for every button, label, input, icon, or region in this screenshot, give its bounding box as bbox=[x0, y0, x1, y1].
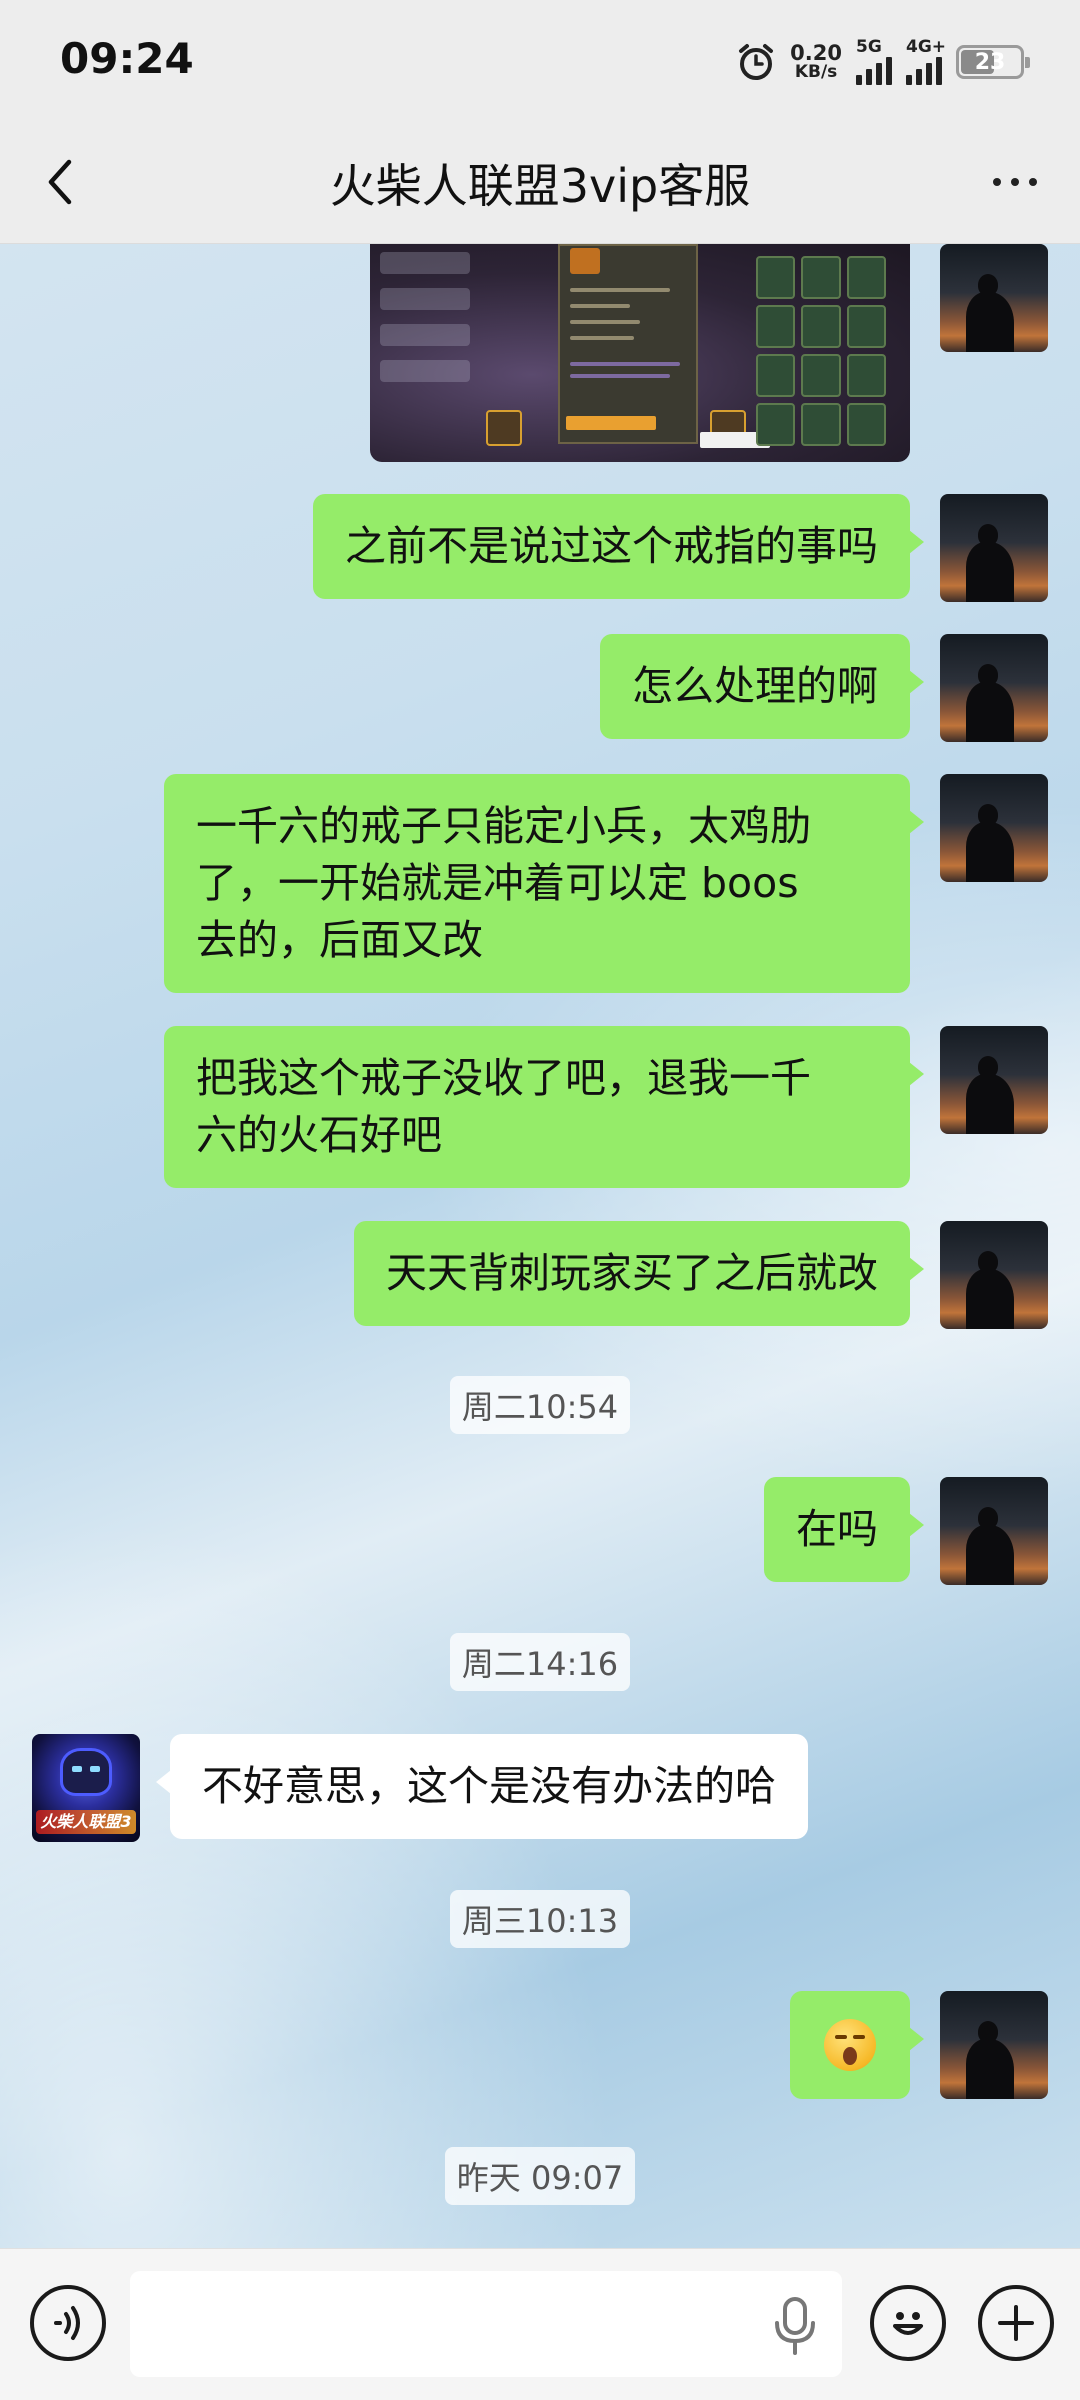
net-speed: 0.20 KB/s bbox=[790, 43, 842, 81]
message-timestamp: 周二14:16 bbox=[0, 1633, 1080, 1691]
microphone-icon[interactable] bbox=[770, 2295, 820, 2357]
chat-area[interactable]: 之前不是说过这个戒指的事吗 怎么处理的啊 一千六的戒子只能定小兵，太鸡肋 了，一… bbox=[0, 244, 1080, 2248]
emoji-icon bbox=[893, 2312, 923, 2335]
signal-4g-label: 4G+ bbox=[906, 37, 947, 57]
timestamp-label: 周三10:13 bbox=[449, 1890, 631, 1948]
timestamp-label: 昨天 09:07 bbox=[444, 2147, 636, 2205]
message-bubble-sent[interactable]: 天天背刺玩家买了之后就改 bbox=[354, 1221, 924, 1326]
net-speed-unit: KB/s bbox=[794, 62, 838, 82]
status-time: 09:24 bbox=[60, 34, 194, 83]
alarm-icon bbox=[739, 44, 774, 80]
voice-toggle-button[interactable] bbox=[30, 2285, 106, 2361]
my-avatar[interactable] bbox=[940, 1991, 1048, 2099]
input-bar bbox=[0, 2248, 1080, 2400]
my-avatar[interactable] bbox=[940, 1477, 1048, 1585]
net-speed-value: 0.20 bbox=[790, 41, 842, 65]
message-line: 把我这个戒子没收了吧，退我一千 bbox=[196, 1054, 811, 1102]
my-avatar[interactable] bbox=[940, 1221, 1048, 1329]
battery-icon: 23 bbox=[956, 45, 1030, 79]
message-line: 一千六的戒子只能定小兵，太鸡肋 bbox=[196, 802, 811, 850]
status-icons: 0.20 KB/s 5G 4G+ 23 bbox=[736, 37, 1030, 86]
image-message[interactable] bbox=[370, 244, 910, 462]
timestamp-label: 周二14:16 bbox=[449, 1633, 631, 1691]
more-button[interactable] bbox=[980, 152, 1050, 212]
message-line: 六的火石好吧 bbox=[196, 1111, 442, 1159]
message-timestamp: 周三10:13 bbox=[0, 1890, 1080, 1948]
signal-4g-icon: 4G+ bbox=[906, 37, 946, 85]
signal-5g-icon: 5G bbox=[856, 37, 892, 85]
plus-icon bbox=[998, 2305, 1034, 2341]
status-bar: 09:24 0.20 KB/s 5G 4G+ 23 bbox=[0, 0, 1080, 122]
message-input[interactable] bbox=[130, 2271, 842, 2377]
contact-avatar-logo: 火柴人联盟3 bbox=[36, 1810, 136, 1834]
message-bubble-sent[interactable]: 把我这个戒子没收了吧，退我一千 六的火石好吧 bbox=[164, 1026, 924, 1188]
more-dots-icon bbox=[993, 178, 1001, 186]
message-bubble-sent[interactable]: 怎么处理的啊 bbox=[600, 634, 924, 739]
message-bubble-sent[interactable]: 在吗 bbox=[764, 1477, 924, 1582]
chat-header: 火柴人联盟3vip客服 bbox=[0, 122, 1080, 244]
my-avatar[interactable] bbox=[940, 774, 1048, 882]
message-bubble-sent[interactable]: 之前不是说过这个戒指的事吗 bbox=[313, 494, 924, 599]
timestamp-label: 周二10:54 bbox=[449, 1376, 631, 1434]
my-avatar[interactable] bbox=[940, 494, 1048, 602]
message-line: 了，一开始就是冲着可以定 boos bbox=[196, 859, 799, 907]
chat-title: 火柴人联盟3vip客服 bbox=[329, 159, 751, 213]
emoji-button[interactable] bbox=[870, 2285, 946, 2361]
signal-5g-label: 5G bbox=[856, 37, 882, 57]
message-timestamp: 昨天 09:07 bbox=[0, 2147, 1080, 2205]
message-bubble-received[interactable]: 不好意思，这个是没有办法的哈 bbox=[156, 1734, 808, 1839]
voice-toggle-icon bbox=[54, 2306, 80, 2340]
message-timestamp: 周二10:54 bbox=[0, 1376, 1080, 1434]
my-avatar[interactable] bbox=[940, 634, 1048, 742]
message-line: 去的，后面又改 bbox=[196, 916, 483, 964]
shocked-face-emoji bbox=[824, 2019, 876, 2071]
more-functions-button[interactable] bbox=[978, 2285, 1054, 2361]
message-bubble-sent[interactable]: 一千六的戒子只能定小兵，太鸡肋 了，一开始就是冲着可以定 boos 去的，后面又… bbox=[164, 774, 924, 993]
message-bubble-sent[interactable] bbox=[790, 1991, 924, 2099]
my-avatar[interactable] bbox=[940, 244, 1048, 352]
battery-level: 23 bbox=[974, 49, 1006, 75]
my-avatar[interactable] bbox=[940, 1026, 1048, 1134]
contact-avatar[interactable]: 火柴人联盟3 bbox=[32, 1734, 140, 1842]
